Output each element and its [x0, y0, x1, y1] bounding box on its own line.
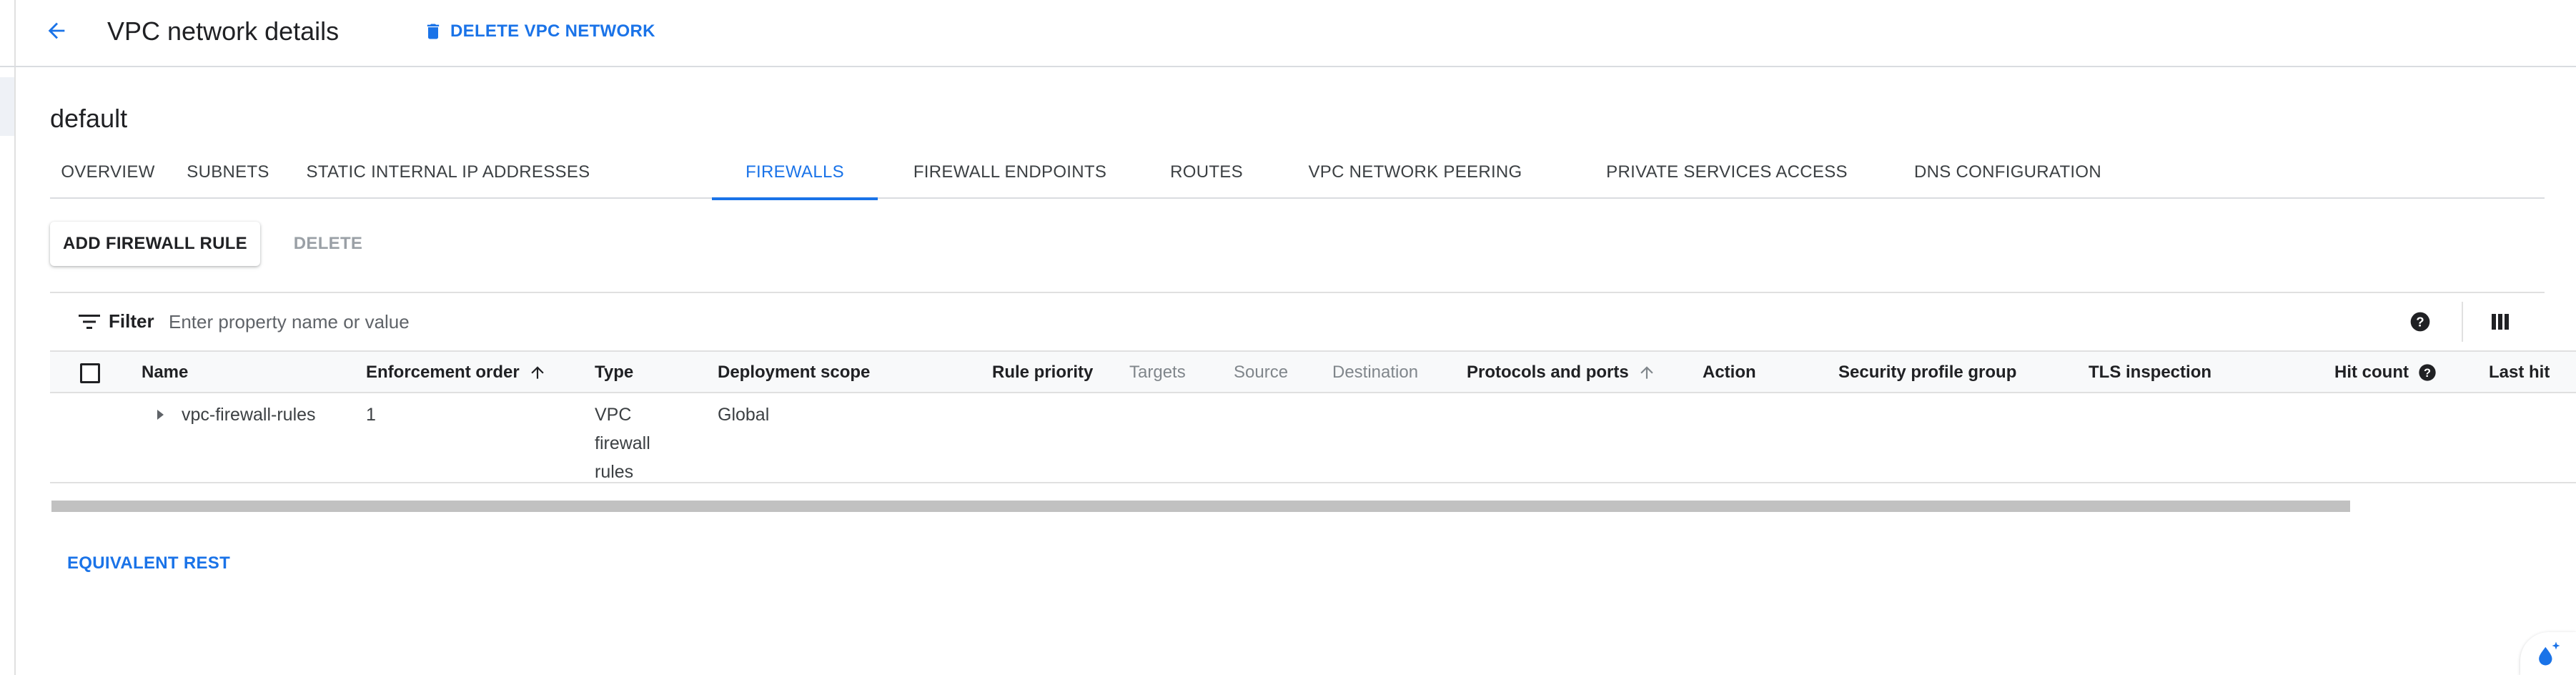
cell-enforcement-order: 1: [366, 405, 376, 425]
filter-bar: Filter ?: [50, 292, 2545, 350]
column-header-protocols-and-ports[interactable]: Protocols and ports: [1467, 352, 1656, 393]
horizontal-scrollbar[interactable]: [51, 501, 2350, 512]
column-header-last-hit[interactable]: Last hit: [2489, 352, 2550, 393]
delete-vpc-network-label: DELETE VPC NETWORK: [450, 21, 655, 41]
column-header-deployment-scope[interactable]: Deployment scope: [718, 352, 870, 393]
column-header-label: Protocols and ports: [1467, 363, 1629, 382]
left-nav-rail: [0, 0, 16, 675]
page-title: VPC network details: [107, 16, 340, 46]
cell-type-line: rules: [595, 462, 634, 482]
column-header-label: Targets: [1129, 363, 1186, 382]
column-header-label: Security profile group: [1838, 363, 2017, 382]
filter-icon: [79, 315, 100, 329]
table-header-row: Name Enforcement order Type Deployment s…: [50, 350, 2576, 393]
tab-bar: OVERVIEW SUBNETS STATIC INTERNAL IP ADDR…: [50, 152, 2545, 200]
sort-arrow-up-icon: [1640, 366, 1653, 379]
tab-overview[interactable]: OVERVIEW: [50, 152, 166, 199]
column-header-label: Rule priority: [992, 363, 1094, 382]
filter-divider: [2462, 302, 2463, 342]
view-column-icon: [2492, 314, 2509, 330]
equivalent-rest-link[interactable]: EQUIVALENT REST: [67, 553, 230, 573]
delete-button: DELETE: [293, 234, 363, 253]
column-header-label: Last hit: [2489, 363, 2550, 382]
arrow-back-icon: [48, 22, 65, 39]
sort-arrow-up-icon: [531, 366, 544, 379]
column-header-label: Enforcement order: [366, 363, 520, 382]
back-button[interactable]: [40, 14, 73, 47]
help-icon[interactable]: ?: [2417, 363, 2437, 383]
column-header-action[interactable]: Action: [1703, 352, 1756, 393]
column-header-label: Deployment scope: [718, 363, 871, 382]
sparkle-droplet-icon: [2539, 641, 2560, 666]
tab-static-internal-ip-addresses[interactable]: STATIC INTERNAL IP ADDRESSES: [294, 152, 602, 199]
trash-icon: [427, 24, 440, 39]
tab-vpc-network-peering[interactable]: VPC NETWORK PEERING: [1281, 152, 1550, 199]
tab-dns-configuration[interactable]: DNS CONFIGURATION: [1884, 152, 2131, 199]
assistant-fab[interactable]: [2520, 632, 2576, 675]
filter-input[interactable]: [169, 306, 883, 338]
tab-firewall-endpoints[interactable]: FIREWALL ENDPOINTS: [891, 152, 1129, 199]
column-header-destination: Destination: [1332, 352, 1418, 393]
column-header-type[interactable]: Type: [595, 352, 633, 393]
filter-label: Filter: [109, 310, 154, 332]
column-header-rule-priority[interactable]: Rule priority: [992, 352, 1093, 393]
cell-type: VPC firewall rules: [595, 400, 650, 486]
svg-text:?: ?: [2424, 367, 2431, 380]
column-header-label: Hit count: [2334, 363, 2409, 382]
svg-text:?: ?: [2416, 315, 2424, 330]
cell-type-line: firewall: [595, 433, 650, 453]
help-button[interactable]: ?: [2407, 309, 2433, 335]
cell-type-line: VPC: [595, 405, 632, 425]
column-header-security-profile-group[interactable]: Security profile group: [1838, 352, 2016, 393]
help-icon: ?: [2410, 312, 2430, 332]
vpc-network-details-page: VPC network details DELETE VPC NETWORK d…: [0, 0, 2576, 675]
column-header-label: Source: [1234, 363, 1289, 382]
tab-routes[interactable]: ROUTES: [1149, 152, 1264, 199]
column-header-hit-count[interactable]: Hit count ?: [2334, 352, 2437, 393]
column-display-options-button[interactable]: [2487, 309, 2513, 335]
column-header-label: Destination: [1332, 363, 1419, 382]
column-header-targets: Targets: [1129, 352, 1186, 393]
delete-vpc-network-button[interactable]: DELETE VPC NETWORK: [423, 17, 655, 46]
cell-name: vpc-firewall-rules: [182, 405, 316, 425]
cell-deployment-scope: Global: [718, 405, 770, 425]
column-header-source: Source: [1234, 352, 1288, 393]
column-header-tls-inspection[interactable]: TLS inspection: [2089, 352, 2211, 393]
page-header: VPC network details DELETE VPC NETWORK: [0, 0, 2576, 67]
column-header-enforcement-order[interactable]: Enforcement order: [366, 352, 547, 393]
column-header-label: Action: [1703, 363, 1756, 382]
table-row: vpc-firewall-rules 1 VPC firewall rules …: [50, 393, 2576, 483]
column-header-label: Name: [142, 363, 189, 382]
firewall-rules-table: Name Enforcement order Type Deployment s…: [50, 350, 2576, 493]
column-header-name[interactable]: Name: [142, 352, 188, 393]
add-firewall-rule-button[interactable]: ADD FIREWALL RULE: [50, 222, 260, 266]
left-nav-selected-marker: [0, 77, 14, 136]
tab-subnets[interactable]: SUBNETS: [173, 152, 283, 199]
column-header-label: TLS inspection: [2089, 363, 2212, 382]
tab-firewalls[interactable]: FIREWALLS: [712, 152, 878, 200]
network-name: default: [50, 104, 128, 133]
column-header-label: Type: [595, 363, 634, 382]
tab-private-services-access[interactable]: PRIVATE SERVICES ACCESS: [1575, 152, 1878, 199]
select-all-checkbox[interactable]: [80, 363, 100, 383]
expand-arrow-icon[interactable]: [152, 406, 169, 423]
